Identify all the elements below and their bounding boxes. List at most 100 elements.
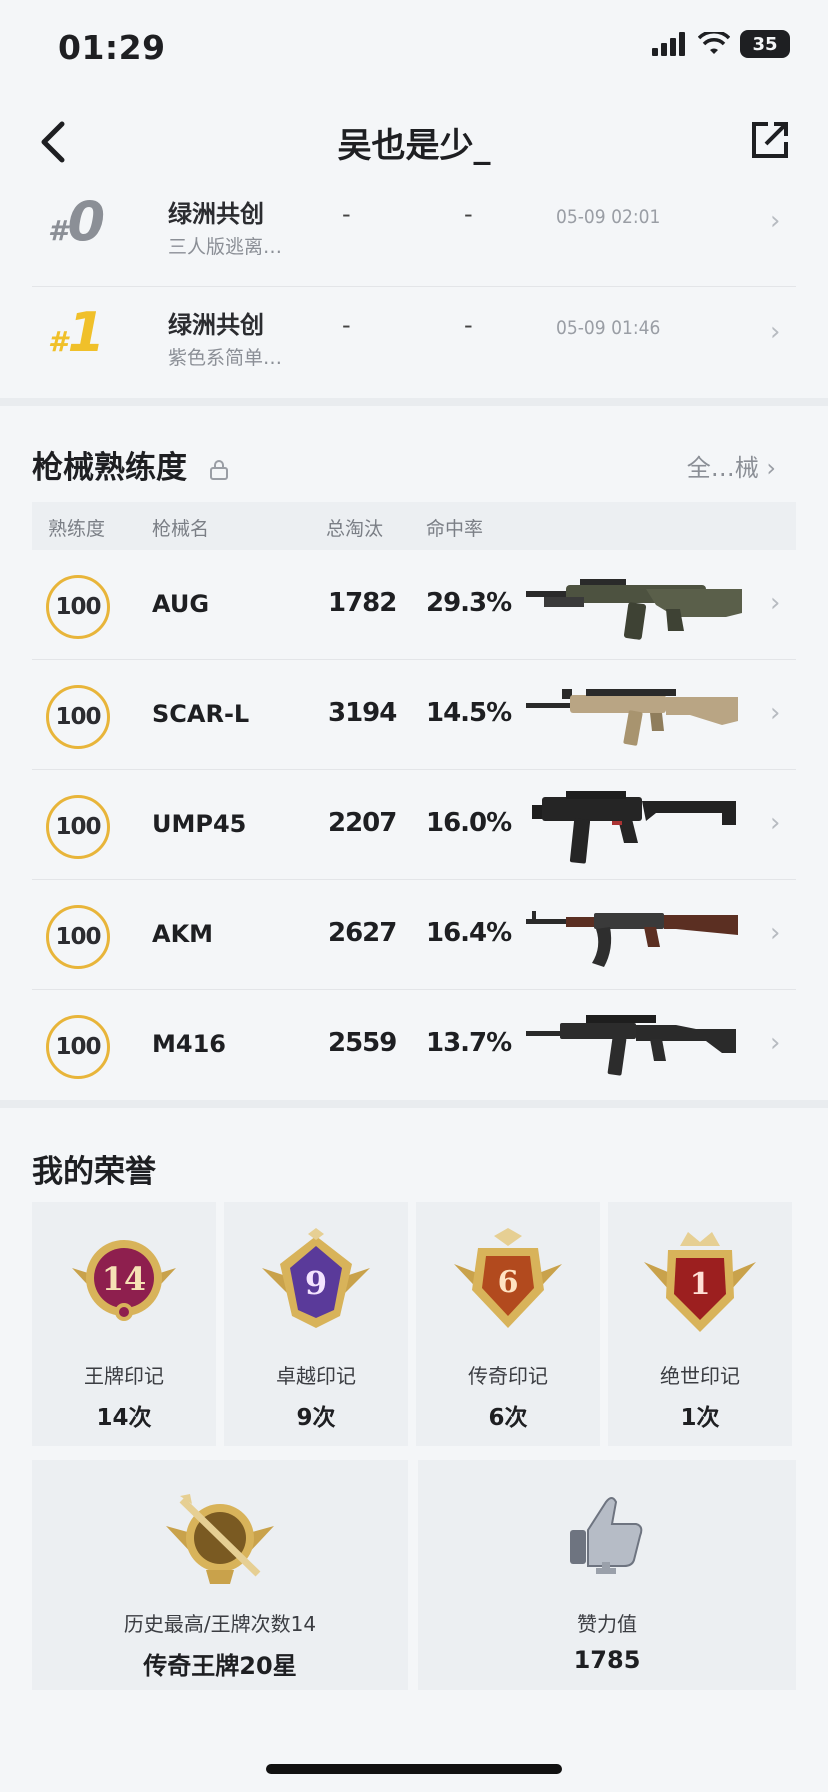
svg-text:1: 1	[690, 1267, 711, 1302]
weapon-row[interactable]: 100 SCAR-L 3194 14.5% ›	[32, 660, 796, 770]
honor-name: 王牌印记	[84, 1364, 164, 1388]
svg-text:6: 6	[498, 1265, 519, 1300]
chevron-right-icon: ›	[770, 1028, 781, 1058]
weapon-row[interactable]: 100 AKM 2627 16.4% ›	[32, 880, 796, 990]
svg-text:9: 9	[305, 1264, 327, 1302]
weapon-accuracy: 16.4%	[426, 918, 512, 948]
weapon-kills: 2559	[328, 1028, 397, 1058]
chevron-right-icon: ›	[770, 206, 781, 236]
header-proficiency: 熟练度	[48, 518, 106, 540]
weapon-row[interactable]: 100 UMP45 2207 16.0% ›	[32, 770, 796, 880]
match-time: 05-09 02:01	[556, 206, 661, 228]
proficiency-badge: 100	[46, 905, 110, 969]
chevron-right-icon: ›	[770, 698, 781, 728]
honor-count: 14次	[96, 1405, 152, 1431]
peerless-mark-badge-icon: 1	[644, 1232, 756, 1332]
weapon-row[interactable]: 100 M416 2559 13.7% ›	[32, 990, 796, 1100]
wifi-icon	[698, 32, 730, 54]
chevron-right-icon: ›	[766, 454, 776, 482]
chevron-right-icon: ›	[770, 588, 781, 618]
scar-l-rifle-image	[526, 689, 738, 746]
weapon-accuracy: 16.0%	[426, 808, 512, 838]
ace-mark-badge-icon: 14	[72, 1240, 176, 1321]
honor-count: 1次	[680, 1405, 720, 1431]
match-stat-2: -	[464, 311, 473, 339]
proficiency-badge: 100	[46, 575, 110, 639]
share-icon	[752, 122, 788, 158]
aug-rifle-image	[526, 579, 742, 640]
likes-label: 赞力值	[577, 1612, 637, 1636]
match-map-subtitle: 紫色系简单…	[168, 347, 283, 369]
weapon-table-header: 熟练度 枪械名 总淘汰 命中率	[32, 502, 796, 550]
match-stat-2: -	[464, 200, 473, 228]
weapon-kills: 2627	[328, 918, 397, 948]
page-title: 吴也是少_	[337, 126, 491, 166]
proficiency-badge: 100	[46, 685, 110, 749]
section-separator	[0, 398, 828, 406]
m416-rifle-image	[526, 1015, 736, 1076]
weapon-kills: 2207	[328, 808, 397, 838]
section-separator	[0, 1100, 828, 1108]
weapon-name: AKM	[152, 920, 214, 948]
match-stat-1: -	[342, 200, 351, 228]
status-time: 01:29	[58, 28, 166, 67]
status-icons: 35	[652, 30, 790, 58]
likes-card[interactable]: 赞力值 1785	[418, 1460, 796, 1690]
header-kills: 总淘汰	[326, 518, 384, 540]
match-mode-title: 绿洲共创	[168, 200, 264, 228]
match-row-0[interactable]: #0 绿洲共创 三人版逃离… - - 05-09 02:01 ›	[32, 176, 796, 286]
rank-badge: #1	[48, 301, 106, 364]
home-indicator[interactable]	[266, 1764, 562, 1774]
match-map-subtitle: 三人版逃离…	[168, 236, 283, 258]
best-rank-label: 历史最高/王牌次数14	[123, 1612, 317, 1636]
signal-icon	[652, 32, 685, 56]
svg-text:14: 14	[102, 1260, 147, 1298]
chevron-right-icon: ›	[770, 808, 781, 838]
excellence-mark-badge-icon: 9	[262, 1228, 370, 1328]
honor-card-excellence[interactable]: 9 卓越印记 9次	[224, 1202, 408, 1446]
match-stat-1: -	[342, 311, 351, 339]
battery-indicator: 35	[740, 30, 790, 58]
honors-title: 我的荣誉	[32, 1154, 156, 1190]
weapon-name: M416	[152, 1030, 226, 1058]
honor-count: 9次	[296, 1405, 336, 1431]
weapon-name: UMP45	[152, 810, 247, 838]
akm-rifle-image	[526, 911, 738, 967]
ace-rank-emblem-icon	[166, 1494, 274, 1584]
proficiency-badge: 100	[46, 1015, 110, 1079]
weapon-kills: 1782	[328, 588, 397, 618]
match-time: 05-09 01:46	[556, 317, 661, 339]
weapon-accuracy: 29.3%	[426, 588, 512, 618]
honor-card-peerless[interactable]: 1 绝世印记 1次	[608, 1202, 792, 1446]
match-row-1[interactable]: #1 绿洲共创 紫色系简单… - - 05-09 01:46 ›	[32, 287, 796, 397]
weapon-row[interactable]: 100 AUG 1782 29.3% ›	[32, 550, 796, 660]
thumbs-up-icon	[570, 1497, 643, 1574]
weapon-proficiency-title: 枪械熟练度	[32, 442, 230, 487]
rank-badge: #0	[48, 190, 106, 253]
proficiency-badge: 100	[46, 795, 110, 859]
honor-name: 传奇印记	[468, 1364, 548, 1388]
legend-mark-badge-icon: 6	[454, 1228, 562, 1328]
chevron-right-icon: ›	[770, 918, 781, 948]
honor-name: 卓越印记	[276, 1364, 356, 1388]
weapon-kills: 3194	[328, 698, 397, 728]
weapon-name: SCAR-L	[152, 700, 250, 728]
weapon-accuracy: 13.7%	[426, 1028, 512, 1058]
header-weapon-name: 枪械名	[152, 518, 210, 540]
chevron-right-icon: ›	[770, 317, 781, 347]
share-button[interactable]	[742, 112, 798, 168]
all-weapons-link[interactable]: 全…械 ›	[687, 448, 776, 483]
lock-icon	[209, 459, 228, 480]
honor-count: 6次	[488, 1405, 528, 1431]
honor-name: 绝世印记	[660, 1364, 740, 1388]
weapon-name: AUG	[152, 590, 210, 618]
best-rank-value: 传奇王牌20星	[143, 1652, 297, 1680]
header-accuracy: 命中率	[426, 518, 484, 540]
honor-card-ace[interactable]: 14 王牌印记 14次	[32, 1202, 216, 1446]
best-rank-card[interactable]: 历史最高/王牌次数14 传奇王牌20星	[32, 1460, 408, 1690]
ump45-smg-image	[532, 791, 736, 864]
weapon-accuracy: 14.5%	[426, 698, 512, 728]
match-mode-title: 绿洲共创	[168, 311, 264, 339]
honor-card-legend[interactable]: 6 传奇印记 6次	[416, 1202, 600, 1446]
likes-value: 1785	[573, 1646, 641, 1674]
